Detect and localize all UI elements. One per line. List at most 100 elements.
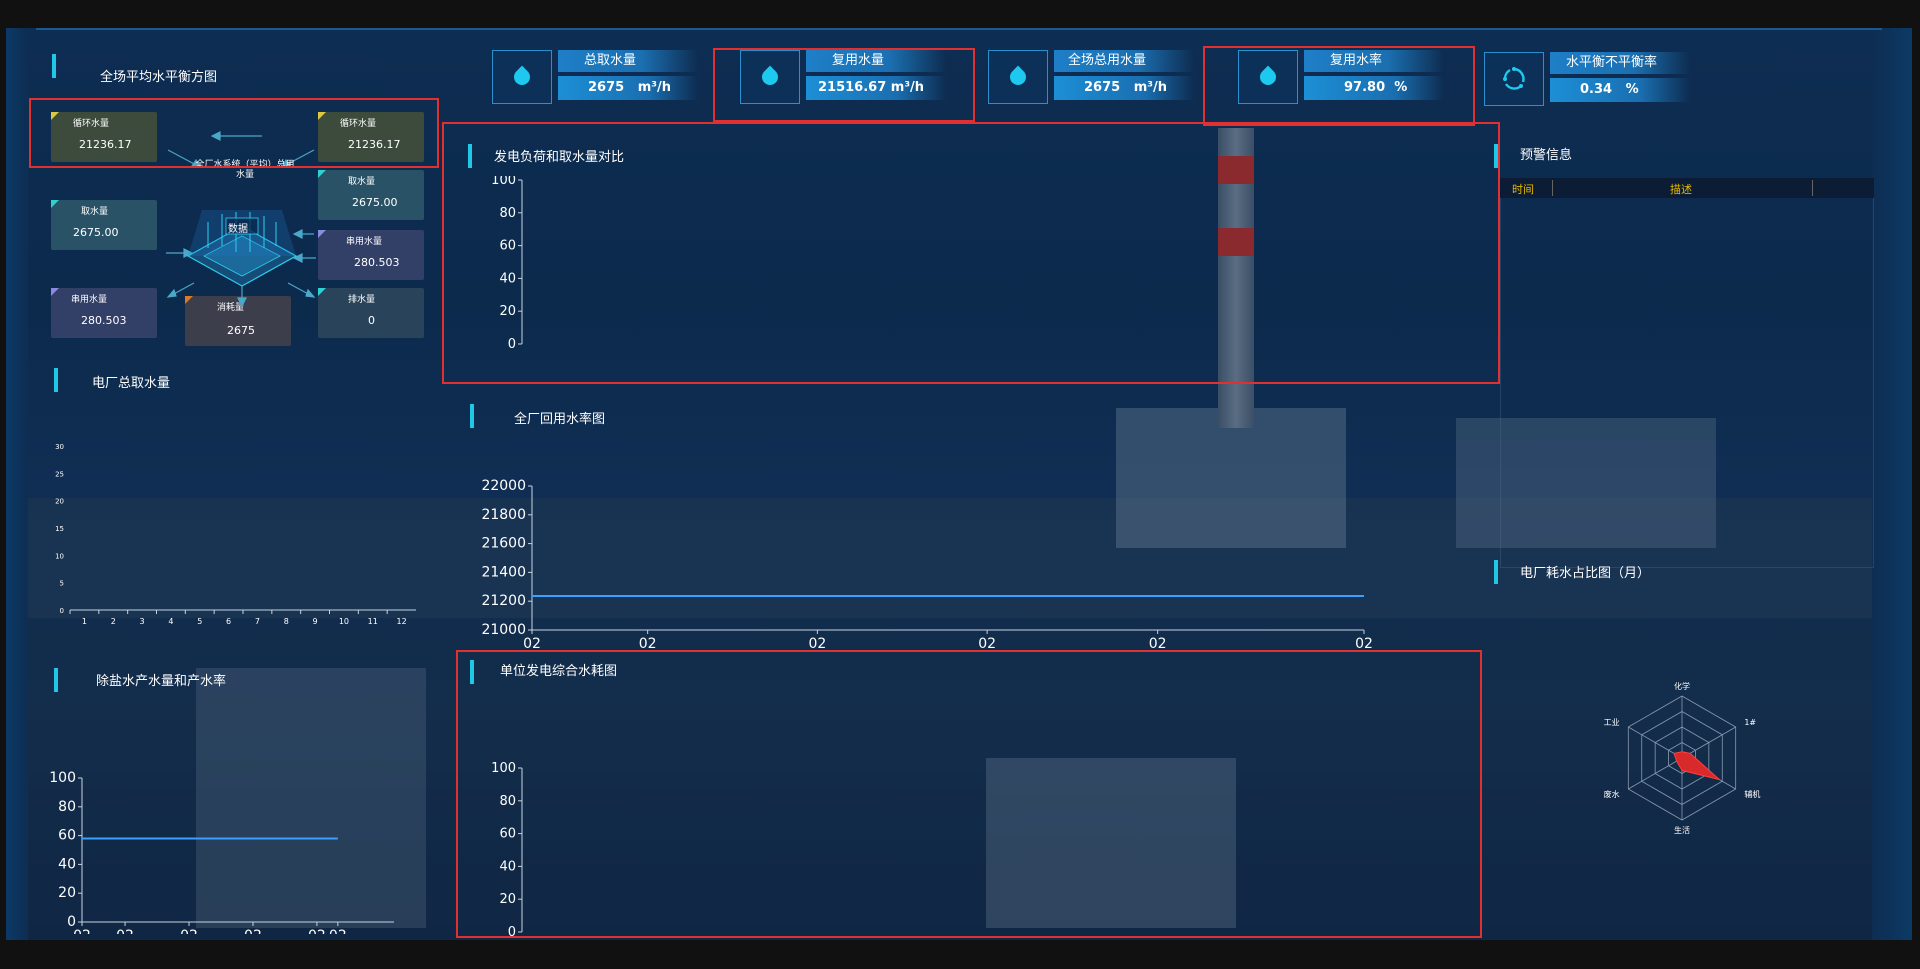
highlight-unit-chart xyxy=(456,650,1482,938)
title-marker xyxy=(54,668,58,692)
warning-title: 预警信息 xyxy=(1520,148,1573,163)
radar-label: 废水 xyxy=(1604,789,1620,799)
desalt-chart-title: 除盐水产水量和产水率 xyxy=(96,674,227,689)
box-label: 取水量 xyxy=(81,207,109,217)
intake-chart: 0510152025301 2 3 4 5 6 7 8 9 10 11 12 xyxy=(55,443,416,626)
corner-marker xyxy=(51,200,59,208)
box-label: 串用水量 xyxy=(71,295,108,305)
balance-title: 全场平均水平衡方图 xyxy=(100,70,218,85)
column-divider xyxy=(1812,180,1813,196)
box-label: 取水量 xyxy=(348,177,376,187)
water-drop-icon xyxy=(492,50,552,104)
x-tick-label: 02 xyxy=(116,928,134,934)
box-label: 串用水量 xyxy=(346,237,383,247)
x-tick-label: 9 xyxy=(313,617,318,626)
y-tick-label: 80 xyxy=(58,799,76,815)
radar-chart: 化学 1# 辅机生活 废水 工业 xyxy=(1604,681,1761,835)
warning-col-time: 时间 xyxy=(1512,183,1534,196)
x-tick-label: 3 xyxy=(140,617,145,626)
y-tick-label: 5 xyxy=(60,580,64,588)
box-value: 280.503 xyxy=(81,314,127,327)
y-tick-label: 22000 xyxy=(481,478,526,494)
radar-label: 化学 xyxy=(1674,681,1690,691)
frame-right xyxy=(1872,28,1912,940)
radar-series-area xyxy=(1673,751,1720,781)
x-tick-label: 6 xyxy=(226,617,231,626)
y-tick-label: 20 xyxy=(55,498,64,506)
radar-label: 1# xyxy=(1744,718,1756,727)
box-label: 排水量 xyxy=(348,295,376,305)
y-tick-label: 21400 xyxy=(481,564,526,580)
box-value: 2675.00 xyxy=(73,226,119,239)
reuse-chart: 21000212002140021600218002200002 02 02 02 02… xyxy=(481,478,1372,652)
title-marker xyxy=(54,368,58,392)
radar-label: 辅机 xyxy=(1744,789,1760,799)
y-tick-label: 100 xyxy=(49,770,76,786)
balance-box-serial-right[interactable]: 串用水量 280.503 xyxy=(318,230,424,280)
frame-left xyxy=(6,28,28,940)
corner-marker xyxy=(51,288,59,296)
radar-label: 生活 xyxy=(1674,825,1690,835)
box-value: 280.503 xyxy=(354,256,400,269)
y-tick-label: 21200 xyxy=(481,593,526,609)
y-tick-label: 25 xyxy=(55,470,64,478)
reuse-chart-title: 全厂回用水率图 xyxy=(514,412,606,427)
x-tick-label: 5 xyxy=(197,617,202,626)
y-tick-label: 21600 xyxy=(481,536,526,552)
box-value: 0 xyxy=(368,314,375,327)
stat-label: 总取水量 xyxy=(558,50,698,72)
highlight-load-chart xyxy=(442,122,1500,384)
stat-value: 2675 m³/h xyxy=(1054,76,1194,100)
y-tick-label: 10 xyxy=(55,552,64,560)
y-tick-label: 0 xyxy=(60,607,64,615)
title-marker xyxy=(470,404,474,428)
balance-box-intake-left[interactable]: 取水量 2675.00 xyxy=(51,200,157,250)
x-tick-label: 2 xyxy=(111,617,116,626)
dashboard: 总取水量 2675 m³/h 复用水量 21516.67 m³/h 全场总用水量… xyxy=(6,28,1912,940)
intake-chart-title: 电厂总取水量 xyxy=(92,376,171,391)
radar-label: 工业 xyxy=(1604,717,1620,727)
desalt-chart: 020406080100020202020202 xyxy=(49,770,394,934)
water-drop-icon xyxy=(988,50,1048,104)
recycle-icon xyxy=(1484,52,1544,106)
highlight-reuse-rate xyxy=(1203,46,1475,126)
y-tick-label: 21000 xyxy=(481,622,526,638)
stat-value: 0.34 % xyxy=(1550,78,1690,102)
x-tick-label: 7 xyxy=(255,617,260,626)
x-tick-label: 1 xyxy=(82,617,87,626)
x-tick-label: 02 xyxy=(73,928,91,934)
stat-label: 全场总用水量 xyxy=(1054,50,1194,72)
title-marker xyxy=(1494,560,1498,584)
y-tick-label: 21800 xyxy=(481,507,526,523)
x-tick-label: 10 xyxy=(339,617,349,626)
warning-col-desc: 描述 xyxy=(1670,183,1692,196)
y-tick-label: 20 xyxy=(58,885,76,901)
column-divider xyxy=(1552,180,1553,196)
highlight-circulating xyxy=(29,98,439,168)
balance-box-serial-left[interactable]: 串用水量 280.503 xyxy=(51,288,157,338)
frame-top-line xyxy=(36,28,1882,30)
x-tick-label: 02 xyxy=(244,928,262,934)
stat-value: 2675 m³/h xyxy=(558,76,698,100)
balance-box-drain[interactable]: 排水量 0 xyxy=(318,288,424,338)
warning-table-header: 时间 描述 xyxy=(1500,178,1874,198)
x-tick-label: 02 xyxy=(180,928,198,934)
x-tick-label: 11 xyxy=(368,617,378,626)
warning-table-body[interactable] xyxy=(1500,198,1874,568)
x-tick-label: 12 xyxy=(396,617,406,626)
x-tick-label: 4 xyxy=(168,617,173,626)
x-tick-label: 02 xyxy=(329,928,347,934)
radar-title: 电厂耗水占比图（月） xyxy=(1520,566,1651,581)
balance-box-intake-right[interactable]: 取水量 2675.00 xyxy=(318,170,424,220)
y-tick-label: 30 xyxy=(55,443,64,451)
y-tick-label: 60 xyxy=(58,828,76,844)
title-marker xyxy=(1494,144,1498,168)
box-value: 2675.00 xyxy=(352,196,398,209)
highlight-reuse-volume xyxy=(713,48,975,122)
y-tick-label: 40 xyxy=(58,856,76,872)
x-tick-label: 02 xyxy=(308,928,326,934)
title-marker xyxy=(52,54,56,78)
center-badge: 数据 xyxy=(228,224,248,235)
box-value: 2675 xyxy=(227,324,255,337)
y-tick-label: 15 xyxy=(55,525,64,533)
